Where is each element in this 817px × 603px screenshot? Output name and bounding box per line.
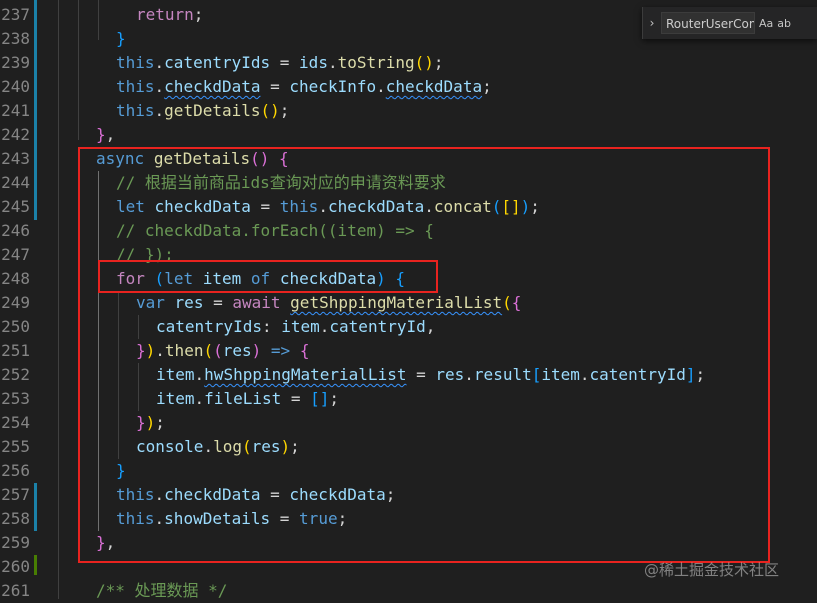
code-token: ;: [279, 101, 290, 120]
code-text: },: [96, 123, 115, 147]
code-token: this: [116, 77, 155, 96]
code-text: this.catentryIds = ids.toString();: [116, 51, 444, 75]
code-token: }: [116, 29, 126, 48]
code-token: (): [260, 101, 280, 120]
line-number: 238: [1, 29, 30, 48]
line-number: 260: [1, 557, 30, 576]
code-token: toString: [337, 53, 415, 72]
code-text: this.checkdData = checkInfo.checkdData;: [116, 75, 492, 99]
code-token: =: [260, 77, 290, 96]
code-text: /** 处理数据 */: [96, 579, 227, 603]
line-number: 253: [1, 389, 30, 408]
line-number: 254: [1, 413, 30, 432]
code-token: .: [376, 77, 386, 96]
git-change-bar: [34, 555, 37, 575]
line-number: 237: [1, 5, 30, 24]
code-text: return;: [136, 3, 203, 27]
code-line[interactable]: 240 this.checkdData = checkInfo.checkdDat…: [0, 75, 817, 99]
line-number: 258: [1, 509, 30, 528]
code-token: .: [154, 101, 165, 120]
line-number: 251: [1, 341, 30, 360]
indent-guide: [58, 0, 59, 599]
code-token: ;: [433, 53, 444, 72]
code-token: ;: [482, 77, 492, 96]
find-input[interactable]: RouterUserComp: [661, 12, 755, 34]
indent-guide: [98, 0, 99, 40]
code-token: catentryIds: [164, 53, 271, 72]
line-number: 239: [1, 53, 30, 72]
line-number: 242: [1, 125, 30, 144]
match-case-toggle[interactable]: Aa: [759, 17, 773, 30]
line-number: 245: [1, 197, 30, 216]
code-line[interactable]: 239 this.catentryIds = ids.toString();: [0, 51, 817, 75]
line-number: 244: [1, 173, 30, 192]
line-number: 252: [1, 365, 30, 384]
code-token: this: [116, 53, 155, 72]
watermark: @稀土掘金技术社区: [644, 561, 780, 579]
code-token: this: [116, 101, 155, 120]
code-line[interactable]: 242},: [0, 123, 817, 147]
code-token: .: [154, 77, 165, 96]
code-text: }: [116, 27, 126, 51]
code-token: .: [154, 53, 165, 72]
code-token: }: [96, 125, 106, 144]
chevron-right-icon[interactable]: ›: [643, 16, 661, 30]
line-number: 250: [1, 317, 30, 336]
code-token: checkInfo: [289, 77, 377, 96]
highlight-box-getdetails: [78, 147, 770, 563]
highlight-box-for-loop: [98, 260, 438, 293]
code-editor[interactable]: 237 return; 238} 239 this.catentryIds = ids.…: [0, 0, 817, 600]
line-number: 248: [1, 269, 30, 288]
code-token: getDetails: [164, 101, 261, 120]
line-number: 240: [1, 77, 30, 96]
line-number: 261: [1, 581, 30, 600]
code-token: .: [327, 53, 338, 72]
line-number: 247: [1, 245, 30, 264]
code-token: return: [136, 5, 194, 24]
code-line[interactable]: 241 this.getDetails();: [0, 99, 817, 123]
code-text: this.getDetails();: [116, 99, 289, 123]
whole-word-toggle[interactable]: ab: [777, 17, 791, 30]
line-number: 257: [1, 485, 30, 504]
line-number: 256: [1, 461, 30, 480]
git-change-bar: [34, 483, 37, 531]
indent-guide: [78, 0, 79, 140]
line-number: 243: [1, 149, 30, 168]
code-token: checkdData: [385, 77, 483, 96]
code-token: /** 处理数据 */: [96, 581, 228, 600]
line-number: 241: [1, 101, 30, 120]
code-token: (): [414, 53, 434, 72]
code-token: ;: [193, 5, 204, 24]
git-change-bar: [34, 0, 37, 220]
line-number: 249: [1, 293, 30, 312]
code-token: checkdData: [164, 77, 261, 96]
line-number: 259: [1, 533, 30, 552]
line-number: 246: [1, 221, 30, 240]
code-token: =: [270, 53, 300, 72]
code-token: ids: [299, 53, 328, 72]
find-widget[interactable]: › RouterUserComp Aa ab: [642, 7, 817, 39]
code-line[interactable]: 261 /** 处理数据 */: [0, 579, 817, 603]
line-number: 255: [1, 437, 30, 456]
code-token: ,: [105, 125, 116, 144]
